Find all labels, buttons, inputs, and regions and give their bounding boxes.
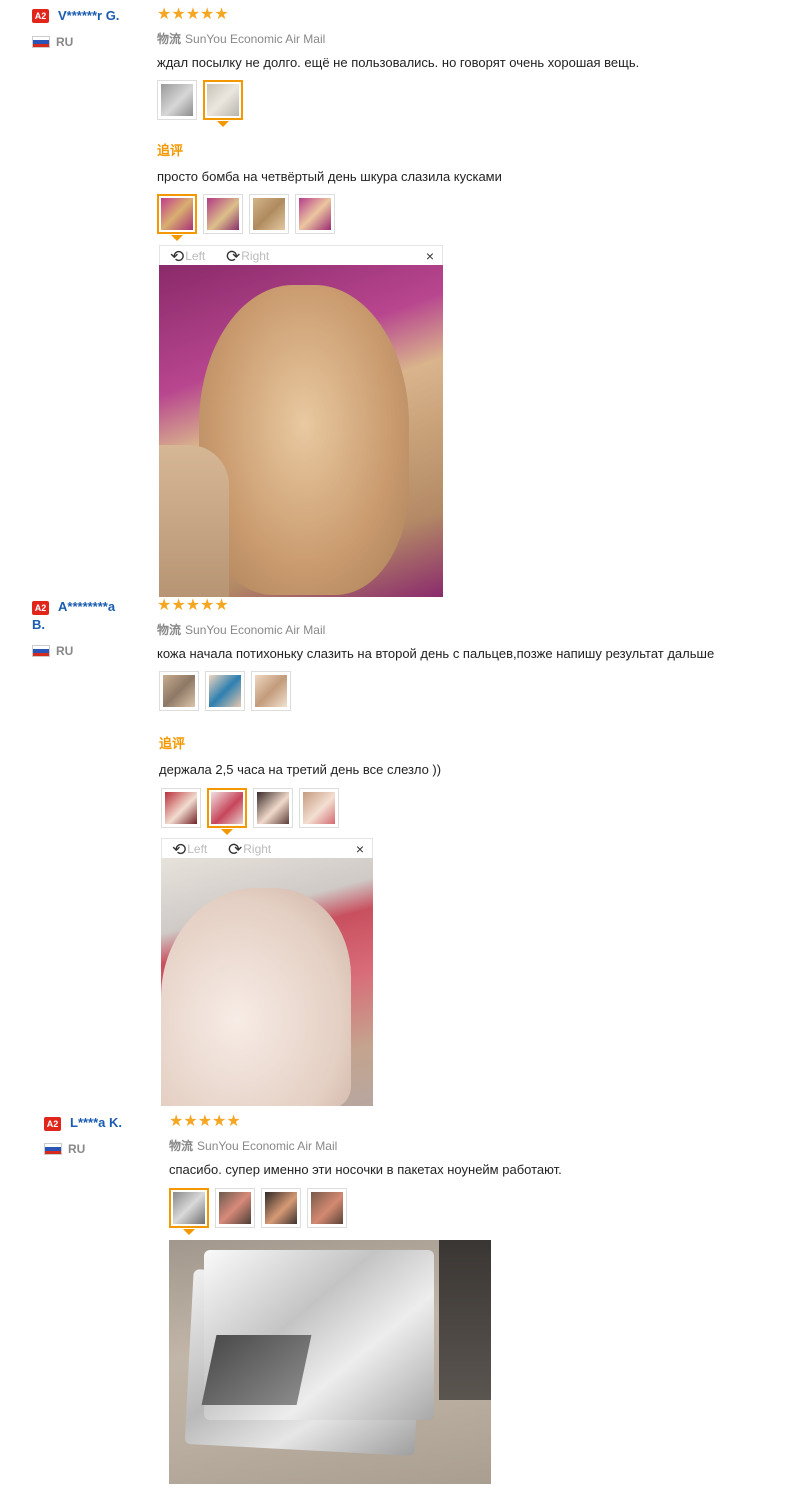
photo-thumb[interactable] — [299, 788, 339, 828]
rotate-left-button[interactable]: ⟲Left — [170, 247, 205, 266]
shipping-method: 物流 SunYou Economic Air Mail — [157, 30, 325, 47]
reviewer-name-line2[interactable]: B. — [32, 617, 45, 633]
followup-photos — [157, 194, 335, 241]
photo-thumb[interactable] — [157, 80, 197, 120]
reviewer-name-line1[interactable]: A********a — [58, 599, 115, 615]
russia-flag-icon — [44, 1143, 62, 1155]
enlarged-photo[interactable] — [169, 1240, 491, 1484]
rotate-right-icon: ⟳ — [228, 840, 243, 859]
enlarged-photo[interactable] — [159, 265, 443, 597]
rotate-left-label: Left — [187, 842, 208, 856]
photo-thumb-selected[interactable] — [207, 788, 247, 835]
photo-foot-shape — [199, 285, 409, 595]
review-text: ждал посылку не долго. ещё не пользовали… — [157, 55, 640, 70]
shipping-name: SunYou Economic Air Mail — [185, 32, 326, 46]
star-rating: ★★★★★ — [157, 597, 229, 614]
photo-thumb[interactable] — [159, 671, 199, 711]
buyer-level-badge: A2 — [44, 1117, 61, 1131]
followup-label: 追评 — [159, 736, 186, 751]
followup-text: держала 2,5 часа на третий день все слез… — [159, 762, 442, 777]
photo-thumb[interactable] — [295, 194, 335, 234]
buyer-level-badge: A2 — [32, 601, 49, 615]
shipping-prefix: 物流 — [157, 623, 182, 637]
enlarged-photo[interactable] — [161, 858, 373, 1106]
rotate-left-label: Left — [185, 249, 206, 263]
russia-flag-icon — [32, 645, 50, 657]
photo-thumb[interactable] — [203, 194, 243, 234]
photo-thumb[interactable] — [251, 671, 291, 711]
review-photos — [159, 671, 291, 711]
buyer-level-badge: A2 — [32, 9, 49, 23]
photo-thumb[interactable] — [161, 788, 201, 828]
rotate-left-button[interactable]: ⟲Left — [172, 840, 207, 859]
followup-photos — [161, 788, 339, 835]
reviewer-name[interactable]: V******r G. — [58, 8, 119, 24]
photo-thumb[interactable] — [215, 1188, 255, 1228]
photo-foot-shape — [161, 888, 351, 1106]
shipping-name: SunYou Economic Air Mail — [197, 1139, 338, 1153]
photo-thumb[interactable] — [205, 671, 245, 711]
star-rating: ★★★★★ — [169, 1113, 241, 1130]
photo-viewer: ⟲Left ⟳Right × — [161, 838, 373, 1106]
viewer-toolbar: ⟲Left ⟳Right × — [161, 838, 373, 859]
rotate-right-button[interactable]: ⟳Right — [228, 840, 271, 859]
rotate-right-label: Right — [241, 249, 270, 263]
review-text: кожа начала потихоньку слазить на второй… — [157, 646, 715, 661]
close-viewer-button[interactable]: × — [356, 840, 364, 858]
russia-flag-icon — [32, 36, 50, 48]
shipping-method: 物流 SunYou Economic Air Mail — [169, 1137, 337, 1154]
photo-detail — [439, 1240, 491, 1400]
shipping-method: 物流 SunYou Economic Air Mail — [157, 621, 325, 638]
rotate-right-icon: ⟳ — [226, 247, 241, 266]
followup-label: 追评 — [157, 143, 184, 158]
photo-thumb[interactable] — [307, 1188, 347, 1228]
photo-viewer: ⟲Left ⟳Right × — [159, 245, 443, 597]
rotate-left-icon: ⟲ — [172, 840, 187, 859]
review-text: спасибо. супер именно эти носочки в паке… — [169, 1162, 562, 1177]
viewer-toolbar: ⟲Left ⟳Right × — [159, 245, 443, 266]
photo-detail — [159, 445, 229, 597]
followup-text: просто бомба на четвёртый день шкура сла… — [157, 169, 502, 184]
review-2: A2 A********a B. RU ★★★★★ 物流 SunYou Econo… — [0, 598, 800, 1108]
rotate-right-label: Right — [243, 842, 272, 856]
photo-detail — [201, 1335, 312, 1405]
star-rating: ★★★★★ — [157, 6, 229, 23]
rotate-right-button[interactable]: ⟳Right — [226, 247, 269, 266]
photo-thumb[interactable] — [253, 788, 293, 828]
shipping-prefix: 物流 — [169, 1139, 194, 1153]
country-code: RU — [56, 644, 74, 658]
photo-thumb[interactable] — [249, 194, 289, 234]
rotate-left-icon: ⟲ — [170, 247, 185, 266]
review-photos — [169, 1188, 347, 1235]
photo-thumb-selected[interactable] — [169, 1188, 209, 1235]
review-1: A2 V******r G. RU ★★★★★ 物流 SunYou Economi… — [0, 0, 800, 600]
reviewer-name[interactable]: L****a K. — [70, 1115, 122, 1131]
review-3: A2 L****a K. RU ★★★★★ 物流 SunYou Economic … — [0, 1110, 800, 1500]
review-photos — [157, 80, 243, 127]
shipping-prefix: 物流 — [157, 32, 182, 46]
country-code: RU — [56, 35, 74, 49]
close-viewer-button[interactable]: × — [426, 247, 434, 265]
photo-thumb-selected[interactable] — [203, 80, 243, 127]
shipping-name: SunYou Economic Air Mail — [185, 623, 326, 637]
photo-thumb[interactable] — [261, 1188, 301, 1228]
photo-thumb-selected[interactable] — [157, 194, 197, 241]
country-code: RU — [68, 1142, 86, 1156]
